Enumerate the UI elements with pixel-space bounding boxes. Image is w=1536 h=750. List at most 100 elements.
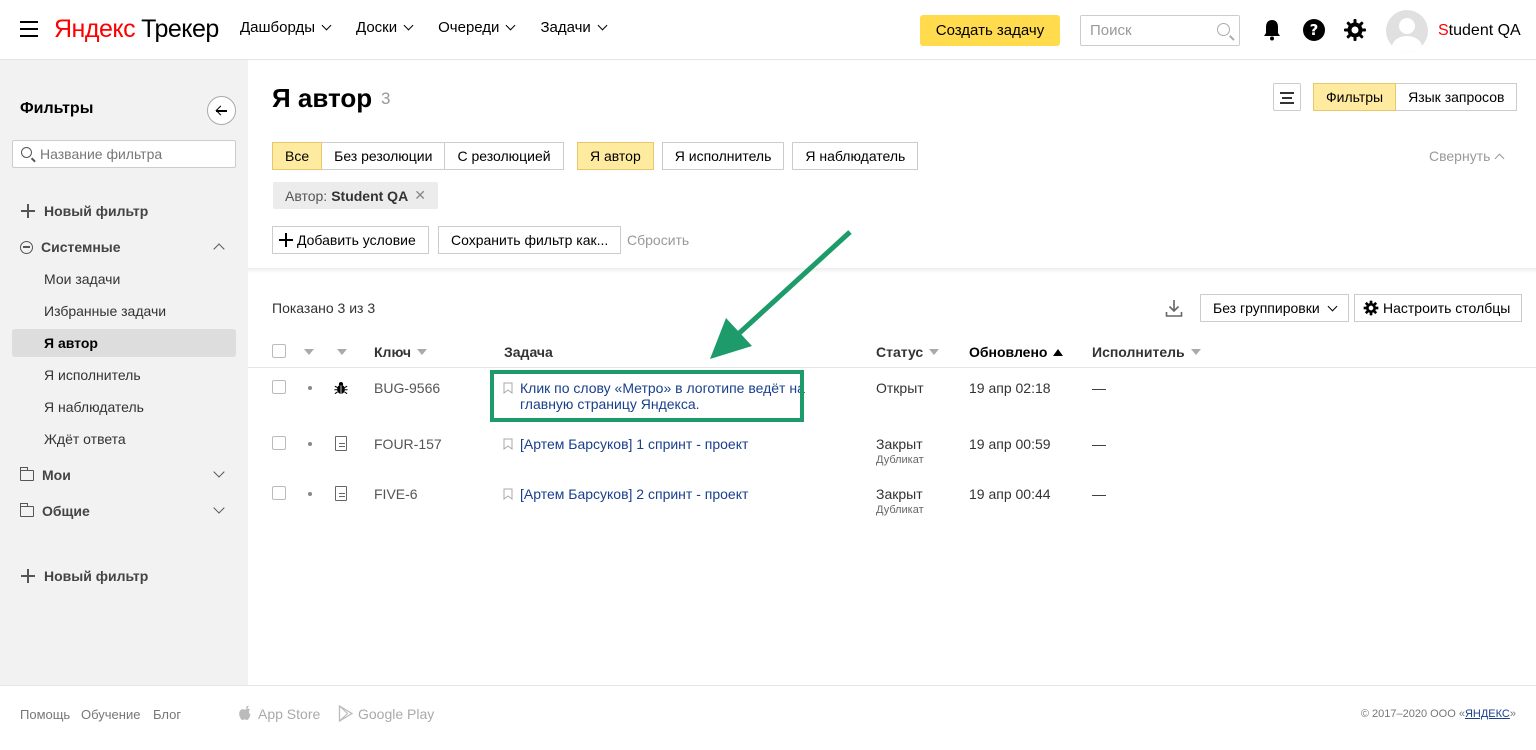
footer-blog-link[interactable]: Блог <box>153 707 181 722</box>
new-filter-link[interactable]: Новый фильтр <box>20 203 148 219</box>
nav-dashboards-label: Дашборды <box>240 19 315 36</box>
task-key[interactable]: FOUR-157 <box>374 436 442 452</box>
reset-link[interactable]: Сбросить <box>627 232 689 248</box>
tab-resolved[interactable]: С резолюцией <box>445 142 564 170</box>
priority-dot-icon <box>308 492 312 496</box>
tab-i-author[interactable]: Я автор <box>577 142 654 170</box>
task-status: Открыт <box>876 380 924 396</box>
avatar[interactable] <box>1386 10 1428 52</box>
grouping-select[interactable]: Без группировки <box>1200 294 1349 322</box>
yandex-link[interactable]: ЯНДЕКС <box>1465 708 1510 720</box>
footer-help-link[interactable]: Помощь <box>20 707 70 722</box>
row-checkbox[interactable] <box>272 486 286 500</box>
task-key[interactable]: BUG-9566 <box>374 380 440 396</box>
top-header: Яндекс Трекер Дашборды Доски Очереди Зада… <box>0 0 1536 60</box>
priority-sort[interactable] <box>304 349 314 355</box>
column-key[interactable]: Ключ <box>374 344 427 360</box>
column-assignee[interactable]: Исполнитель <box>1092 344 1201 360</box>
task-updated: 19 апр 00:44 <box>969 486 1051 502</box>
user-name-first-letter: S <box>1438 22 1449 39</box>
create-task-button[interactable]: Создать задачу <box>920 15 1060 46</box>
logo[interactable]: Яндекс Трекер <box>54 15 219 44</box>
system-filters-group[interactable]: Системные <box>20 239 121 255</box>
task-title-link[interactable]: [Артем Барсуков] 2 спринт - проект <box>520 486 748 502</box>
tab-i-assignee[interactable]: Я исполнитель <box>661 142 785 170</box>
tab-unresolved[interactable]: Без резолюции <box>322 142 446 170</box>
tab-all[interactable]: Все <box>272 142 323 170</box>
nav-tasks[interactable]: Задачи <box>540 19 608 36</box>
collapse-filters-link[interactable]: Свернуть <box>1429 148 1505 164</box>
google-play-link[interactable]: Google Play <box>338 705 434 722</box>
results-count: Показано 3 из 3 <box>272 300 376 316</box>
search-icon <box>21 147 32 158</box>
menu-icon[interactable] <box>20 21 38 37</box>
task-key[interactable]: FIVE-6 <box>374 486 418 502</box>
nav-queues[interactable]: Очереди <box>438 19 516 36</box>
filter-search-input[interactable] <box>40 141 230 167</box>
tab-query-language[interactable]: Язык запросов <box>1396 83 1518 111</box>
search-input[interactable] <box>1081 16 1206 45</box>
sidebar-item-i-author[interactable]: Я автор <box>44 335 98 351</box>
column-task[interactable]: Задача <box>504 344 553 360</box>
nav-boards-label: Доски <box>356 19 398 36</box>
column-status[interactable]: Статус <box>876 344 940 360</box>
system-group-label: Системные <box>41 239 121 255</box>
chevron-down-icon[interactable] <box>213 502 225 514</box>
sort-asc-icon <box>1053 348 1064 356</box>
close-icon[interactable]: ✕ <box>414 187 426 204</box>
nav-boards[interactable]: Доски <box>356 19 414 36</box>
sidebar-item-my-tasks[interactable]: Мои задачи <box>44 271 120 287</box>
row-checkbox[interactable] <box>272 380 286 394</box>
column-updated[interactable]: Обновлено <box>969 344 1064 360</box>
google-play-label: Google Play <box>358 705 435 722</box>
shared-filters-group[interactable]: Общие <box>19 502 90 519</box>
my-group-label: Мои <box>42 467 71 483</box>
table-header-divider <box>248 367 1536 368</box>
sidebar-title: Фильтры <box>20 100 94 117</box>
sidebar-item-awaiting-reply[interactable]: Ждёт ответа <box>44 431 126 447</box>
tab-i-follower[interactable]: Я наблюдатель <box>792 142 919 170</box>
nav-dashboards[interactable]: Дашборды <box>240 19 332 36</box>
select-all-checkbox[interactable] <box>272 344 286 358</box>
new-filter-bottom-link[interactable]: Новый фильтр <box>20 568 148 584</box>
bookmark-icon[interactable] <box>503 488 513 500</box>
type-sort[interactable] <box>337 349 347 355</box>
sort-arrow-icon <box>417 349 427 355</box>
add-condition-button[interactable]: Добавить условие <box>272 226 429 254</box>
chevron-down-icon[interactable] <box>213 466 225 478</box>
task-assignee: — <box>1092 436 1106 452</box>
help-icon[interactable]: ? <box>1302 18 1326 42</box>
footer-learning-link[interactable]: Обучение <box>81 707 140 722</box>
sidebar-item-i-follower[interactable]: Я наблюдатель <box>44 399 144 415</box>
author-filter-chip[interactable]: Автор: Student QA ✕ <box>273 182 438 209</box>
task-assignee: — <box>1092 380 1106 396</box>
new-filter-bottom-label: Новый фильтр <box>44 568 149 584</box>
my-filters-group[interactable]: Мои <box>19 466 71 483</box>
tab-filters[interactable]: Фильтры <box>1313 83 1397 111</box>
chevron-up-icon[interactable] <box>213 243 225 255</box>
resolution-tabs: Все Без резолюции С резолюцией <box>272 142 564 170</box>
sidebar-item-i-assignee[interactable]: Я исполнитель <box>44 367 141 383</box>
plus-icon <box>20 568 36 584</box>
page-title: Я автор <box>272 83 373 113</box>
row-checkbox[interactable] <box>272 436 286 450</box>
filter-search <box>12 140 236 168</box>
search-icon[interactable] <box>1217 23 1230 36</box>
list-settings-button[interactable] <box>1273 83 1301 111</box>
gear-icon[interactable] <box>1343 18 1367 42</box>
bookmark-icon[interactable] <box>503 438 513 450</box>
sidebar-item-favorites[interactable]: Избранные задачи <box>44 303 166 319</box>
download-icon[interactable] <box>1164 298 1184 318</box>
app-store-link[interactable]: App Store <box>238 705 320 722</box>
bell-icon[interactable] <box>1260 18 1284 42</box>
role-tabs: Я автор Я исполнитель Я наблюдатель <box>577 142 919 170</box>
user-name-rest: tudent QA <box>1448 22 1521 39</box>
task-title-link[interactable]: [Артем Барсуков] 1 спринт - проект <box>520 436 748 452</box>
user-name[interactable]: Student QA <box>1438 22 1521 40</box>
copyright-suffix: » <box>1509 708 1516 720</box>
save-filter-button[interactable]: Сохранить фильтр как... <box>438 226 622 254</box>
sort-arrow-icon <box>929 349 940 355</box>
collapse-sidebar-button[interactable] <box>207 96 236 125</box>
configure-columns-button[interactable]: Настроить столбцы <box>1354 294 1523 322</box>
new-filter-label: Новый фильтр <box>44 203 149 219</box>
